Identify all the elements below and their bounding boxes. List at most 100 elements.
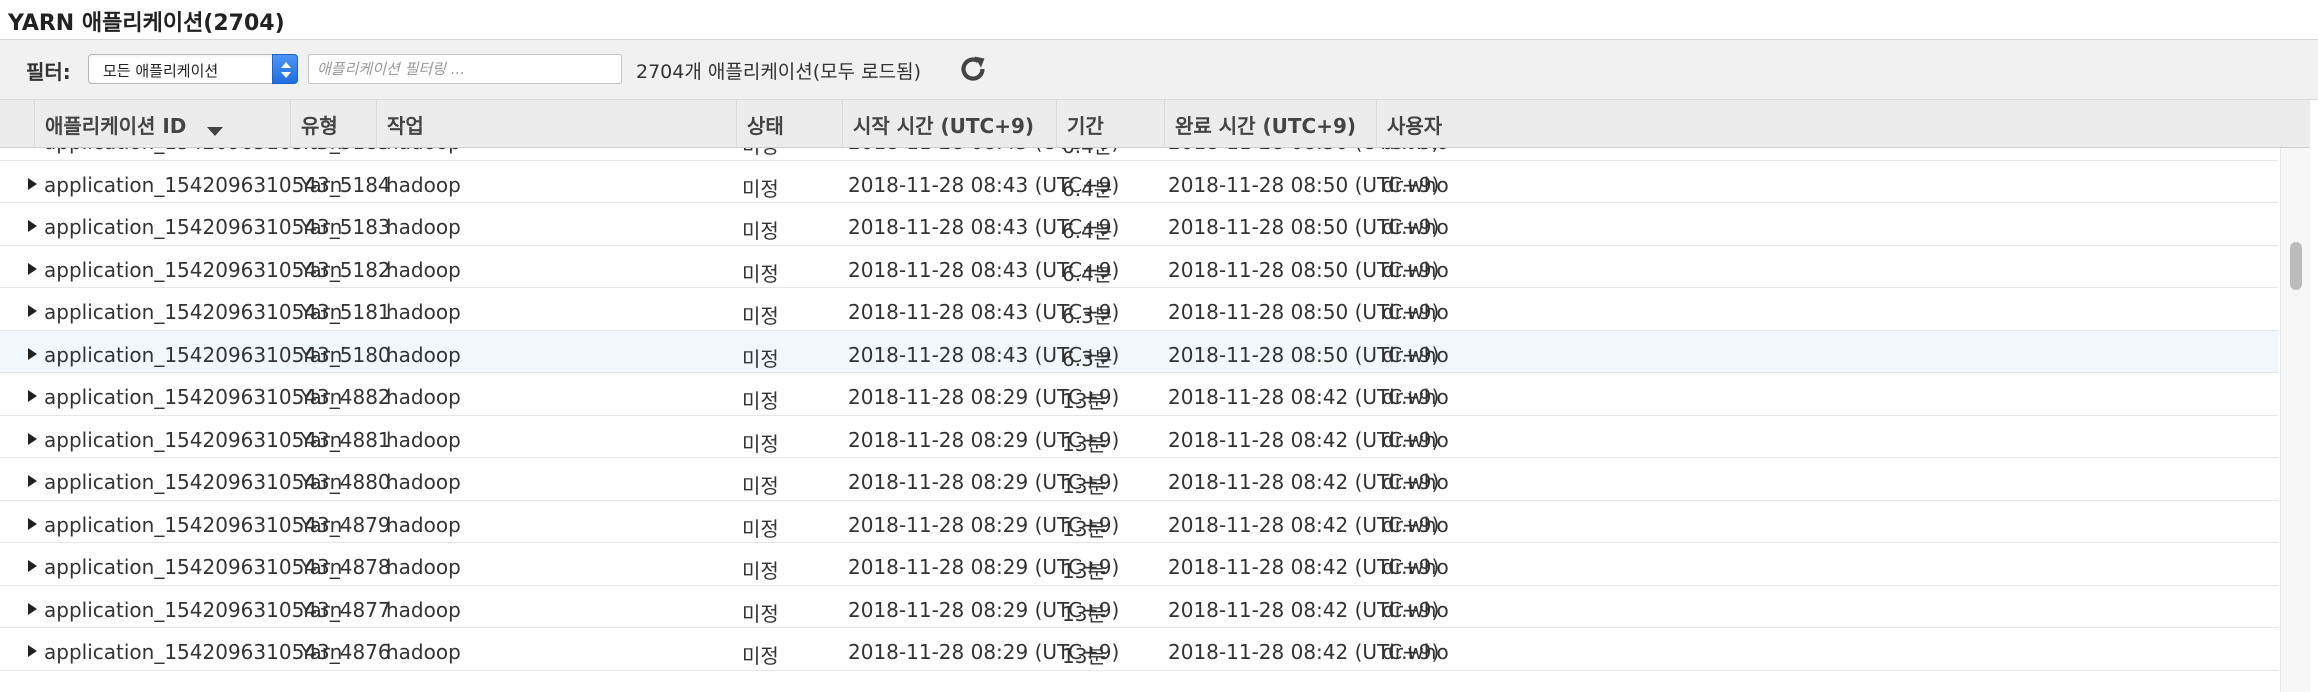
cell-duration: 6.4분 xyxy=(1062,261,1113,286)
cell-type: Yarn xyxy=(300,300,343,324)
filter-toolbar: 필터: 모든 애플리케이션 2704개 애플리케이션(모두 로드됨) xyxy=(0,40,2318,100)
table-row[interactable]: application_1542096310543_5184 Yarn hadoop… xyxy=(0,160,2278,203)
expand-row-icon[interactable] xyxy=(26,346,38,360)
cell-state: 미정 xyxy=(742,601,779,626)
cell-job: hadoop xyxy=(386,215,461,239)
column-header-label: 상태 xyxy=(747,114,784,138)
table-header: 애플리케이션 ID 유형 작업 상태 시작 시간 (UTC+9) 기간 완료 시… xyxy=(0,100,2310,148)
expand-row-icon[interactable] xyxy=(26,388,38,402)
cell-user: dr.who xyxy=(1382,470,1449,494)
table-row[interactable]: application_1542096310543_5181 Yarn hadoop… xyxy=(0,288,2278,331)
cell-job: hadoop xyxy=(386,597,461,622)
cell-job: hadoop xyxy=(386,427,461,452)
cell-user: dr.who xyxy=(1382,172,1449,197)
cell-user: dr.who xyxy=(1382,257,1449,282)
cell-job: hadoop xyxy=(386,257,461,282)
cell-duration: 6.3분 xyxy=(1062,304,1113,328)
cell-user: dr.who xyxy=(1382,300,1449,324)
application-count: 2704개 애플리케이션(모두 로드됨) xyxy=(636,61,922,83)
cell-type: Yarn xyxy=(300,342,343,367)
column-header-type[interactable]: 유형 xyxy=(290,100,376,148)
cell-user: dr.who xyxy=(1382,640,1449,664)
cell-duration: 13분 xyxy=(1062,516,1106,541)
column-header-id[interactable]: 애플리케이션 ID xyxy=(34,100,294,148)
table-row[interactable]: application_1542096310543_4882 Yarn hadoop… xyxy=(0,373,2278,416)
cell-state: 미정 xyxy=(742,219,779,243)
cell-job: hadoop xyxy=(386,172,461,197)
cell-duration: 13분 xyxy=(1062,389,1106,413)
cell-job: hadoop xyxy=(386,342,461,367)
refresh-icon xyxy=(961,56,985,81)
expand-row-icon[interactable] xyxy=(26,558,38,572)
table-row[interactable]: application_1542096310543_4881 Yarn hadoop… xyxy=(0,415,2278,458)
application-type-select[interactable]: 모든 애플리케이션 xyxy=(88,54,298,84)
cell-duration: 6.4분 xyxy=(1062,176,1113,201)
cell-state: 미정 xyxy=(742,389,779,413)
filter-input[interactable] xyxy=(308,54,622,84)
cell-duration: 6.3분 xyxy=(1062,346,1113,371)
table-row[interactable]: application_1542096310543_4876 Yarn hadoop… xyxy=(0,628,2278,671)
cell-type: Yarn xyxy=(300,512,343,537)
page-title: YARN 애플리케이션(2704) xyxy=(8,11,285,36)
expand-row-icon[interactable] xyxy=(26,473,38,487)
scrollbar-thumb[interactable] xyxy=(2290,242,2302,290)
cell-user: dr.who xyxy=(1382,148,1449,154)
cell-duration: 13분 xyxy=(1062,431,1106,456)
cell-state: 미정 xyxy=(742,431,779,456)
refresh-button[interactable] xyxy=(956,52,990,86)
select-value: 모든 애플리케이션 xyxy=(103,62,219,80)
cell-state: 미정 xyxy=(742,304,779,328)
cell-type: Yarn xyxy=(300,148,342,154)
column-header-job[interactable]: 작업 xyxy=(376,100,736,148)
cell-state: 미정 xyxy=(742,176,779,201)
column-header-state[interactable]: 상태 xyxy=(736,100,842,148)
expand-row-icon[interactable] xyxy=(26,516,38,530)
cell-duration: 13분 xyxy=(1062,474,1106,498)
cell-type: Yarn xyxy=(300,385,343,409)
cell-user: dr.who xyxy=(1382,555,1449,579)
expand-row-icon[interactable] xyxy=(26,303,38,317)
cell-user: dr.who xyxy=(1382,342,1449,367)
column-header-start-time[interactable]: 시작 시간 (UTC+9) xyxy=(842,100,1056,148)
cell-type: Yarn xyxy=(300,172,343,197)
cell-type: Yarn xyxy=(300,215,343,239)
applications-table: 애플리케이션 ID 유형 작업 상태 시작 시간 (UTC+9) 기간 완료 시… xyxy=(0,100,2318,692)
cell-duration: 13분 xyxy=(1062,644,1106,668)
table-row[interactable]: application_1542096310543_5185Yarnhadoop… xyxy=(0,148,2278,161)
column-header-label: 유형 xyxy=(301,114,338,138)
column-header-finish-time[interactable]: 완료 시간 (UTC+9) xyxy=(1164,100,1376,148)
column-header-label: 완료 시간 (UTC+9) xyxy=(1175,114,1357,138)
cell-duration: 13분 xyxy=(1062,601,1106,626)
cell-state: 미정 xyxy=(742,261,779,286)
table-row[interactable]: application_1542096310543_4877 Yarn hadoop… xyxy=(0,585,2278,628)
expand-row-icon[interactable] xyxy=(26,643,38,657)
table-row[interactable]: application_1542096310543_5180 Yarn hadoop… xyxy=(0,330,2278,373)
cell-type: Yarn xyxy=(300,257,343,282)
cell-state: 미정 xyxy=(742,148,779,159)
title-bar: YARN 애플리케이션(2704) xyxy=(0,0,2318,40)
cell-job: hadoop xyxy=(386,640,461,664)
expand-row-icon[interactable] xyxy=(26,218,38,232)
column-header-duration[interactable]: 기간 xyxy=(1056,100,1164,148)
cell-job: hadoop xyxy=(386,148,461,154)
table-row[interactable]: application_1542096310543_4880 Yarn hadoop… xyxy=(0,458,2278,501)
expand-row-icon[interactable] xyxy=(26,601,38,615)
table-row[interactable]: application_1542096310543_5182 Yarn hadoop… xyxy=(0,245,2278,288)
table-row[interactable]: application_1542096310543_5183 Yarn hadoop… xyxy=(0,203,2278,246)
select-chevron-icon[interactable] xyxy=(272,54,298,84)
table-row[interactable]: application_1542096310543_4879 Yarn hadoop… xyxy=(0,500,2278,543)
cell-state: 미정 xyxy=(742,644,779,668)
right-gutter xyxy=(2310,100,2318,692)
expand-row-icon[interactable] xyxy=(26,176,38,190)
table-body: application_1542096310543_5185Yarnhadoop… xyxy=(0,148,2278,692)
expand-row-icon[interactable] xyxy=(26,431,38,445)
vertical-scrollbar[interactable] xyxy=(2280,148,2310,692)
cell-type: Yarn xyxy=(300,597,343,622)
table-row[interactable]: application_1542096310543_4878 Yarn hadoop… xyxy=(0,543,2278,586)
column-header-user[interactable]: 사용자 xyxy=(1376,100,2310,148)
cell-state: 미정 xyxy=(742,559,779,583)
expand-row-icon[interactable] xyxy=(26,261,38,275)
cell-job: hadoop xyxy=(386,470,461,494)
cell-user: dr.who xyxy=(1382,512,1449,537)
cell-user: dr.who xyxy=(1382,385,1449,409)
